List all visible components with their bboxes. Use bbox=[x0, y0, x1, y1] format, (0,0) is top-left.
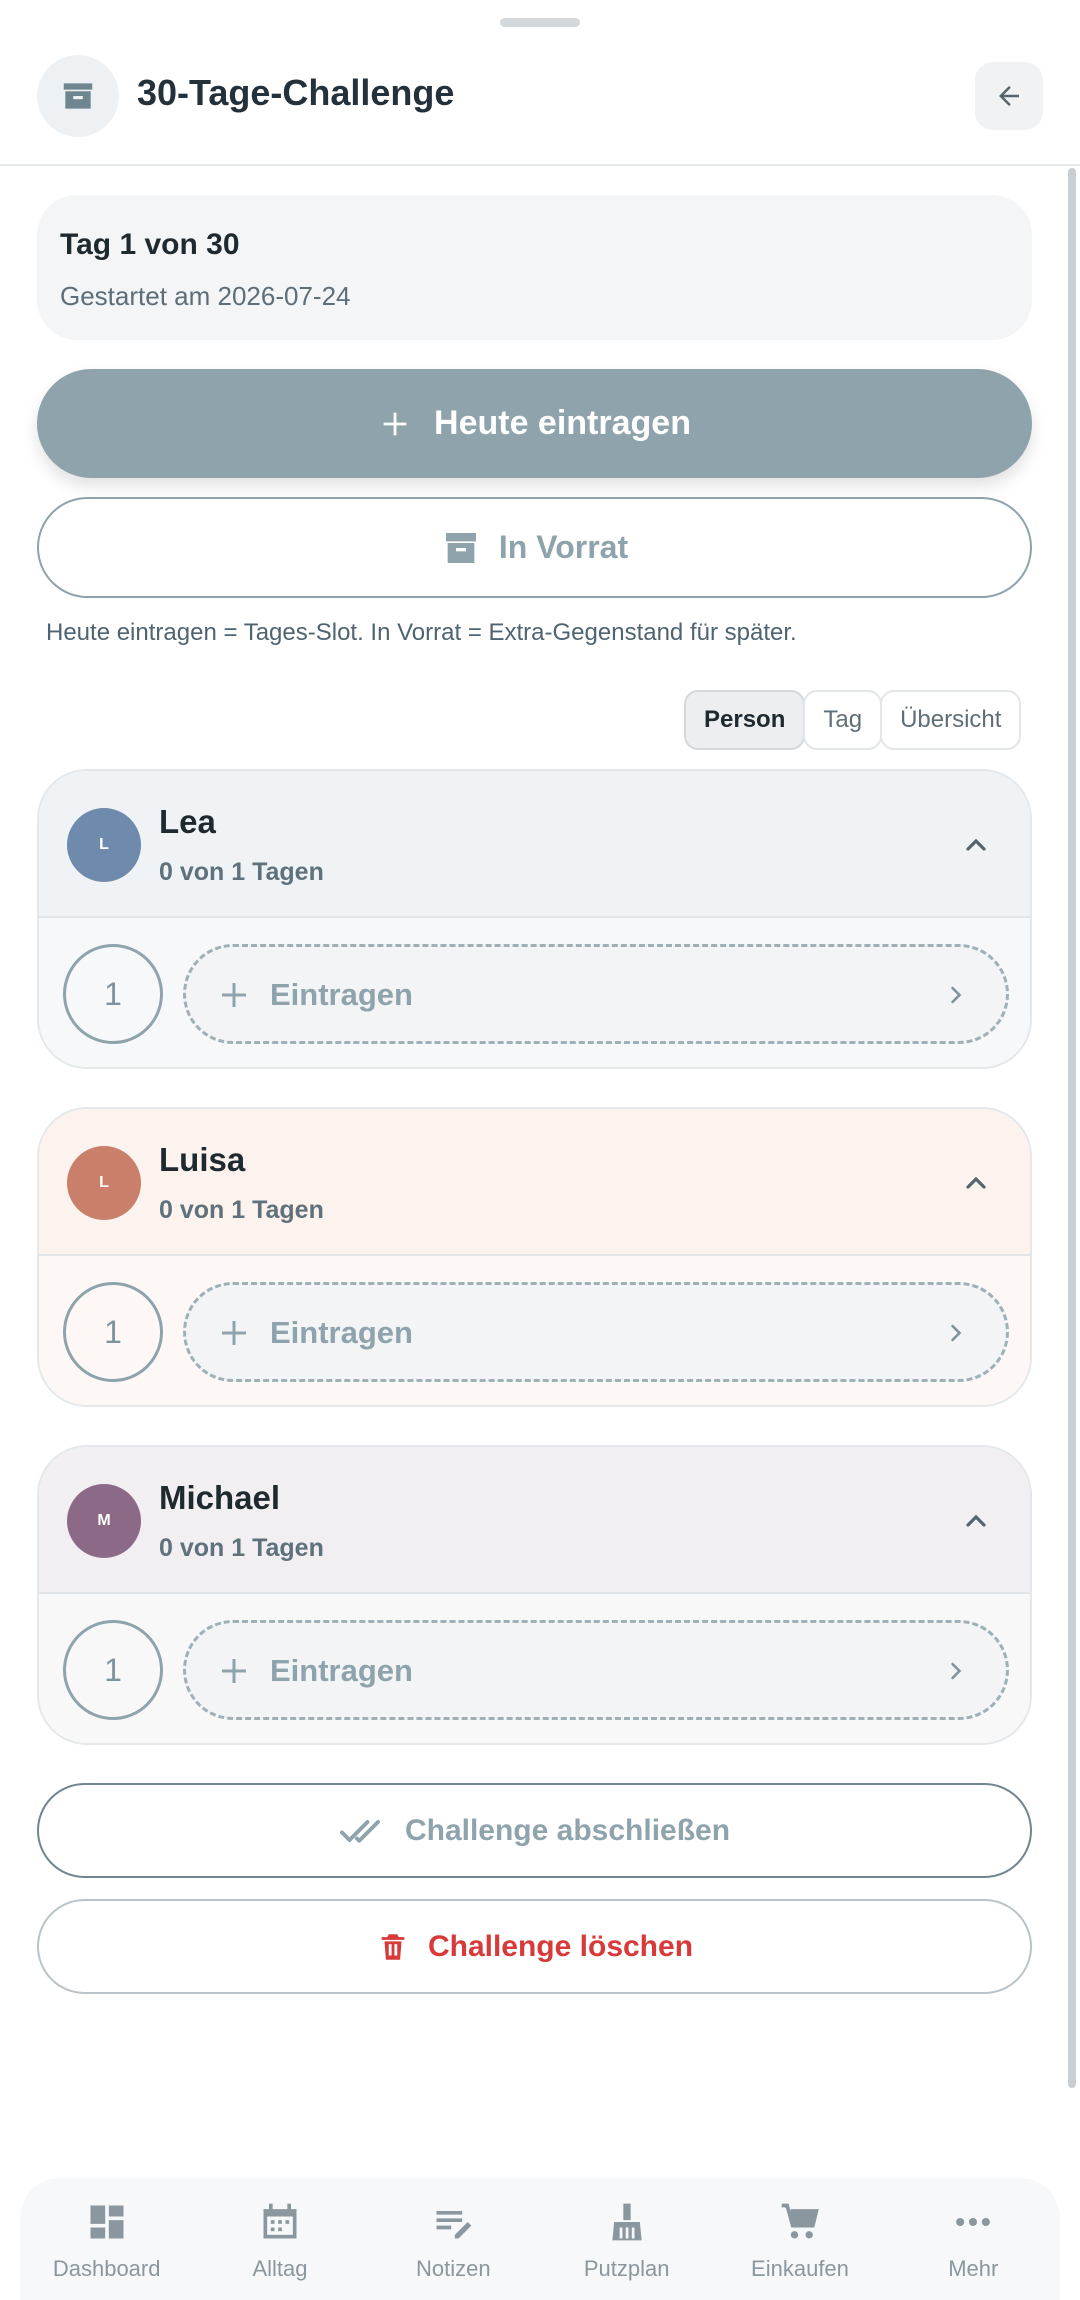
chevron-up-icon[interactable] bbox=[958, 1503, 994, 1539]
finish-challenge-button[interactable]: Challenge abschließen bbox=[37, 1783, 1032, 1878]
toggle-day[interactable]: Tag bbox=[803, 690, 883, 750]
finish-challenge-label: Challenge abschließen bbox=[404, 1813, 731, 1847]
delete-challenge-label: Challenge löschen bbox=[427, 1929, 694, 1963]
slot-number: 1 bbox=[63, 944, 163, 1044]
plus-icon bbox=[222, 983, 246, 1007]
chevron-up-icon[interactable] bbox=[958, 1165, 994, 1201]
person-card-luisa: L Luisa 0 von 1 Tagen 1 Eintragen bbox=[37, 1107, 1032, 1407]
scrollbar[interactable] bbox=[1068, 168, 1076, 2088]
person-progress: 0 von 1 Tagen bbox=[159, 858, 324, 886]
more-icon bbox=[956, 2217, 991, 2227]
slot-entry-button[interactable]: Eintragen bbox=[183, 1620, 1009, 1720]
person-header[interactable]: L Luisa 0 von 1 Tagen bbox=[39, 1109, 1030, 1256]
nav-alltag[interactable]: Alltag bbox=[193, 2178, 366, 2300]
dashboard-icon bbox=[90, 2205, 124, 2239]
today-entry-button[interactable]: Heute eintragen bbox=[37, 369, 1032, 478]
stock-button[interactable]: In Vorrat bbox=[37, 497, 1032, 598]
notes-icon bbox=[436, 2211, 472, 2239]
page-title: 30-Tage-Challenge bbox=[137, 72, 455, 113]
nav-label: Mehr bbox=[948, 2256, 999, 2281]
plus-icon bbox=[222, 1659, 246, 1683]
delete-challenge-button[interactable]: Challenge löschen bbox=[37, 1899, 1032, 1994]
nav-label: Notizen bbox=[416, 2256, 491, 2281]
slot-entry-label: Eintragen bbox=[270, 1653, 413, 1688]
day-title: Tag 1 von 30 bbox=[60, 228, 240, 261]
view-toggle: Person Tag Übersicht bbox=[684, 690, 1022, 750]
archive-box-icon bbox=[37, 55, 119, 137]
chevron-right-icon bbox=[951, 986, 962, 1004]
header: 30-Tage-Challenge bbox=[0, 0, 1080, 166]
person-body: 1 Eintragen bbox=[39, 1256, 1030, 1405]
nav-label: Alltag bbox=[252, 2256, 308, 2281]
nav-mehr[interactable]: Mehr bbox=[887, 2178, 1060, 2300]
slot-entry-label: Eintragen bbox=[270, 977, 413, 1012]
calendar-icon bbox=[263, 2203, 297, 2239]
nav-einkaufen[interactable]: Einkaufen bbox=[713, 2178, 886, 2300]
slot-number: 1 bbox=[63, 1282, 163, 1382]
slot-entry-label: Eintragen bbox=[270, 1315, 413, 1350]
broom-icon bbox=[611, 2203, 642, 2241]
double-check-icon bbox=[340, 1819, 380, 1843]
trash-icon bbox=[381, 1933, 405, 1960]
plus-icon bbox=[383, 412, 407, 435]
slot-entry-button[interactable]: Eintragen bbox=[183, 1282, 1009, 1382]
hint-text: Heute eintragen = Tages-Slot. In Vorrat … bbox=[46, 619, 797, 646]
avatar: L bbox=[67, 808, 141, 882]
avatar: M bbox=[67, 1484, 141, 1558]
nav-label: Dashboard bbox=[52, 2256, 161, 2281]
chevron-right-icon bbox=[951, 1662, 962, 1680]
toggle-person[interactable]: Person bbox=[684, 690, 806, 750]
plus-icon bbox=[222, 1321, 246, 1345]
nav-label: Einkaufen bbox=[751, 2256, 849, 2281]
bottom-nav: Dashboard Alltag Notizen Putzplan Einkau… bbox=[20, 2178, 1060, 2300]
person-progress: 0 von 1 Tagen bbox=[159, 1534, 324, 1562]
cart-icon bbox=[781, 2203, 819, 2239]
back-button[interactable] bbox=[975, 62, 1043, 130]
person-header[interactable]: L Lea 0 von 1 Tagen bbox=[39, 771, 1030, 918]
chevron-up-icon[interactable] bbox=[958, 827, 994, 863]
person-body: 1 Eintragen bbox=[39, 918, 1030, 1067]
archive-box-icon bbox=[445, 532, 476, 563]
chevron-right-icon bbox=[951, 1324, 962, 1342]
start-date: Gestartet am 2026-07-24 bbox=[60, 281, 351, 311]
person-card-lea: L Lea 0 von 1 Tagen 1 Eintragen bbox=[37, 769, 1032, 1069]
person-body: 1 Eintragen bbox=[39, 1594, 1030, 1743]
person-name: Lea bbox=[159, 803, 216, 840]
stock-label: In Vorrat bbox=[498, 529, 629, 565]
person-name: Luisa bbox=[159, 1141, 246, 1178]
person-header[interactable]: M Michael 0 von 1 Tagen bbox=[39, 1447, 1030, 1594]
person-progress: 0 von 1 Tagen bbox=[159, 1196, 324, 1224]
slot-number: 1 bbox=[63, 1620, 163, 1720]
person-card-michael: M Michael 0 von 1 Tagen 1 Eintragen bbox=[37, 1445, 1032, 1745]
nav-putzplan[interactable]: Putzplan bbox=[540, 2178, 713, 2300]
slot-entry-button[interactable]: Eintragen bbox=[183, 944, 1009, 1044]
today-entry-label: Heute eintragen bbox=[434, 404, 691, 442]
person-name: Michael bbox=[159, 1479, 281, 1516]
nav-label: Putzplan bbox=[583, 2256, 670, 2281]
arrow-left-icon bbox=[999, 86, 1019, 106]
nav-notizen[interactable]: Notizen bbox=[367, 2178, 540, 2300]
day-card: Tag 1 von 30 Gestartet am 2026-07-24 bbox=[37, 195, 1032, 340]
toggle-overview[interactable]: Übersicht bbox=[880, 690, 1022, 750]
avatar: L bbox=[67, 1146, 141, 1220]
nav-dashboard[interactable]: Dashboard bbox=[20, 2178, 193, 2300]
